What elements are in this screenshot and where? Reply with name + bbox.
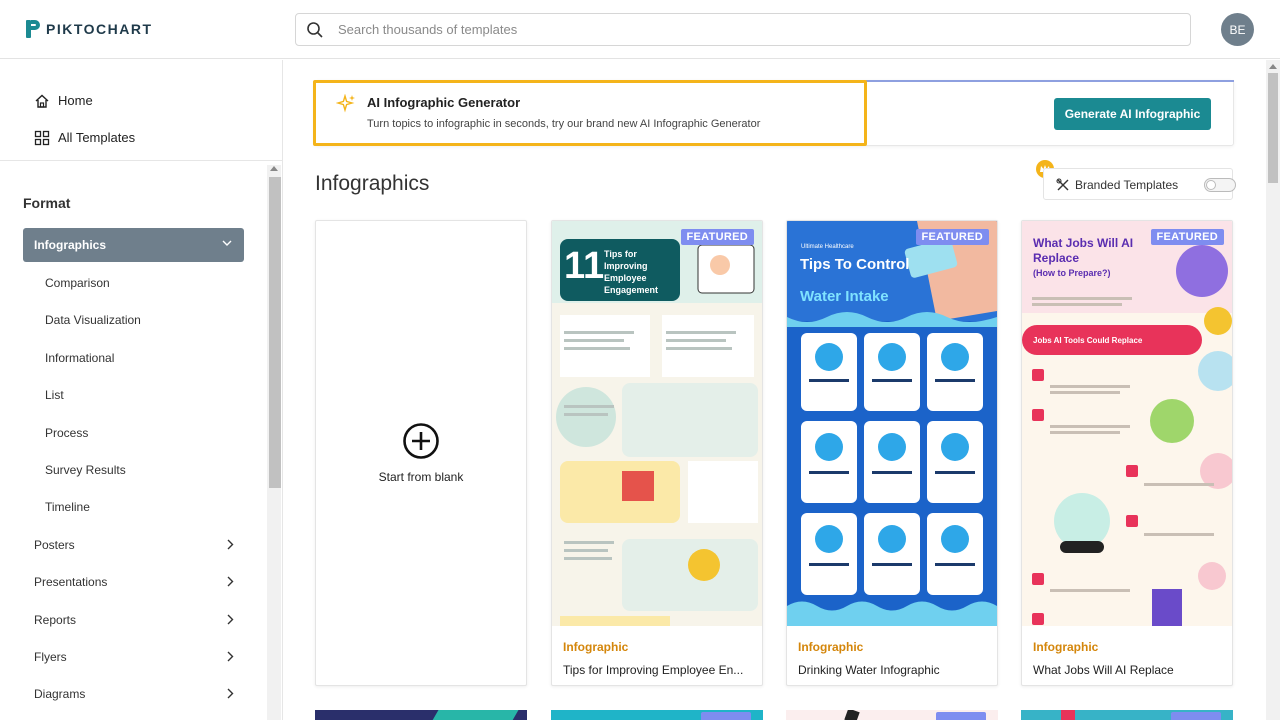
thumb-title-highlight: Water Intake bbox=[800, 288, 889, 305]
banner-highlight-box bbox=[313, 80, 867, 146]
tools-icon bbox=[1056, 178, 1069, 191]
sidebar-item-label: All Templates bbox=[58, 130, 136, 145]
sidebar-nav: Home All Templates bbox=[0, 60, 282, 161]
banner-title: AI Infographic Generator bbox=[367, 95, 521, 110]
card-category: Infographic bbox=[563, 640, 629, 654]
sidebar-item-diagrams[interactable]: Diagrams bbox=[34, 687, 234, 701]
scroll-up-arrow-icon[interactable] bbox=[1269, 64, 1277, 69]
chevron-right-icon bbox=[227, 688, 234, 699]
template-thumbnail: Ultimate Healthcare Tips To Control Wate… bbox=[787, 221, 997, 626]
format-heading: Format bbox=[23, 195, 71, 211]
sidebar-item-label: Flyers bbox=[34, 650, 67, 664]
template-thumbnail: 11 Tips for Improving Employee Engagemen… bbox=[552, 221, 762, 626]
sidebar-item-label: Infographics bbox=[34, 238, 107, 252]
banner-accent-line bbox=[866, 80, 1234, 82]
sidebar-subitem-process[interactable]: Process bbox=[45, 426, 88, 440]
template-card-peek[interactable] bbox=[1021, 710, 1233, 720]
chevron-right-icon bbox=[227, 651, 234, 662]
card-category: Infographic bbox=[798, 640, 864, 654]
generate-ai-infographic-button[interactable]: Generate AI Infographic bbox=[1054, 98, 1211, 130]
thumb-kicker: Ultimate Healthcare bbox=[801, 244, 854, 250]
thumb-number: 11 bbox=[564, 245, 605, 287]
sidebar-scroll-thumb[interactable] bbox=[269, 177, 281, 488]
toggle-knob bbox=[1206, 180, 1216, 190]
template-card[interactable]: 11 Tips for Improving Employee Engagemen… bbox=[551, 220, 763, 686]
branded-templates-label: Branded Templates bbox=[1075, 178, 1179, 192]
sidebar-item-infographics[interactable]: Infographics bbox=[23, 228, 244, 262]
main-content: AI Infographic Generator Turn topics to … bbox=[284, 60, 1266, 720]
sidebar-item-label: Presentations bbox=[34, 575, 108, 589]
template-card-peek[interactable] bbox=[551, 710, 763, 720]
sidebar-item-label: Posters bbox=[34, 538, 75, 552]
sidebar-item-all-templates[interactable]: All Templates bbox=[0, 119, 282, 156]
search-input[interactable] bbox=[338, 22, 1138, 37]
card-title: What Jobs Will AI Replace bbox=[1033, 663, 1174, 677]
card-title: Drinking Water Infographic bbox=[798, 663, 940, 677]
main-scroll-thumb[interactable] bbox=[1268, 73, 1278, 183]
thumb-title: What Jobs Will AI Replace bbox=[1033, 236, 1134, 265]
banner-description: Turn topics to infographic in seconds, t… bbox=[367, 118, 761, 130]
user-avatar[interactable]: BE bbox=[1221, 13, 1254, 46]
sidebar-item-reports[interactable]: Reports bbox=[34, 613, 234, 627]
sidebar-item-label: Home bbox=[58, 93, 93, 108]
start-from-blank-label: Start from blank bbox=[378, 470, 464, 484]
piktochart-logo[interactable]: PIKTOCHART bbox=[26, 20, 153, 38]
template-card-peek[interactable] bbox=[315, 710, 527, 720]
featured-badge: FEATURED bbox=[1150, 229, 1224, 245]
chevron-down-icon bbox=[222, 240, 232, 246]
template-card[interactable]: Ultimate Healthcare Tips To Control Wate… bbox=[786, 220, 998, 686]
search-bar[interactable] bbox=[295, 13, 1191, 46]
chevron-right-icon bbox=[227, 539, 234, 550]
sidebar-item-label: Reports bbox=[34, 613, 77, 627]
branded-toggle-switch[interactable] bbox=[1204, 178, 1236, 192]
logo-text: PIKTOCHART bbox=[46, 21, 153, 37]
home-icon bbox=[35, 94, 49, 108]
sidebar-subitem-data-visualization[interactable]: Data Visualization bbox=[45, 313, 141, 327]
thumb-band-label: Jobs AI Tools Could Replace bbox=[1033, 336, 1143, 345]
plus-circle-icon bbox=[403, 423, 439, 459]
sidebar-subitem-list[interactable]: List bbox=[45, 388, 64, 402]
branded-templates-toggle[interactable]: Branded Templates bbox=[1043, 168, 1236, 200]
scroll-up-arrow-icon[interactable] bbox=[270, 166, 278, 171]
logo-icon bbox=[26, 20, 40, 38]
grid-icon bbox=[34, 130, 50, 145]
sidebar-item-posters[interactable]: Posters bbox=[34, 538, 234, 552]
sidebar-item-presentations[interactable]: Presentations bbox=[34, 575, 234, 589]
sidebar: Home All Templates Format Infographics C… bbox=[0, 60, 283, 720]
thumb-title: Tips To Control bbox=[800, 256, 910, 273]
template-thumbnail: What Jobs Will AI Replace (How to Prepar… bbox=[1022, 221, 1232, 626]
template-card-peek[interactable] bbox=[786, 710, 998, 720]
sidebar-item-label: Diagrams bbox=[34, 687, 86, 701]
start-from-blank-card[interactable]: Start from blank bbox=[315, 220, 527, 686]
sidebar-subitem-timeline[interactable]: Timeline bbox=[45, 500, 90, 514]
search-icon bbox=[307, 21, 323, 38]
sidebar-subitem-comparison[interactable]: Comparison bbox=[45, 276, 110, 290]
chevron-right-icon bbox=[227, 576, 234, 587]
chevron-right-icon bbox=[227, 614, 234, 625]
thumb-subtitle: (How to Prepare?) bbox=[1033, 268, 1111, 278]
sidebar-item-home[interactable]: Home bbox=[0, 82, 282, 119]
sparkle-icon bbox=[336, 94, 355, 113]
sidebar-item-flyers[interactable]: Flyers bbox=[34, 650, 234, 664]
featured-badge: FEATURED bbox=[915, 229, 989, 245]
top-bar: PIKTOCHART BE bbox=[0, 0, 1280, 59]
template-card[interactable]: What Jobs Will AI Replace (How to Prepar… bbox=[1021, 220, 1233, 686]
page-title: Infographics bbox=[315, 172, 430, 195]
featured-badge: FEATURED bbox=[680, 229, 754, 245]
thumb-title: Tips for Improving Employee Engagement bbox=[604, 249, 659, 295]
sidebar-subitem-informational[interactable]: Informational bbox=[45, 351, 114, 365]
card-title: Tips for Improving Employee En... bbox=[563, 663, 744, 677]
sidebar-subitem-survey-results[interactable]: Survey Results bbox=[45, 463, 126, 477]
card-category: Infographic bbox=[1033, 640, 1099, 654]
